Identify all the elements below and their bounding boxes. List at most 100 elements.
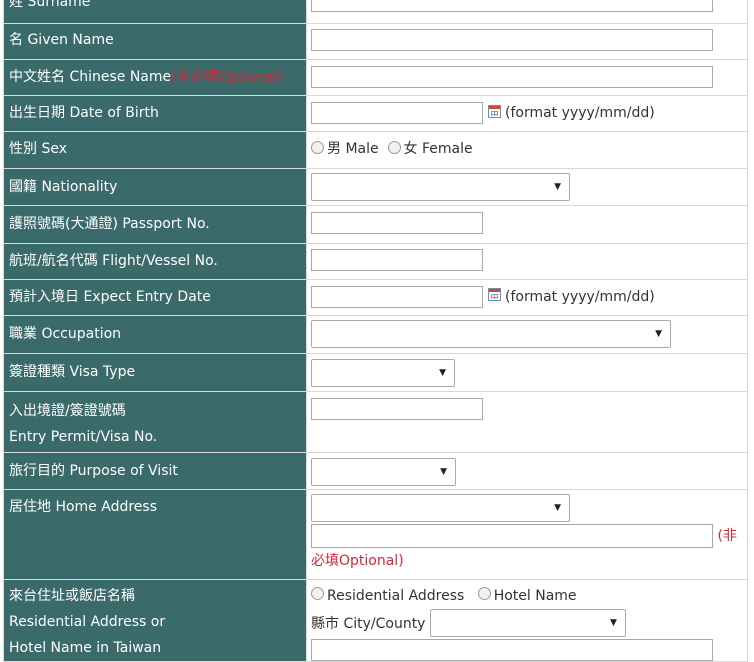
female-label: 女 Female <box>403 141 473 157</box>
row-taiwan-address: 來台住址或飯店名稱 Residential Address or Hotel N… <box>3 578 748 662</box>
row-occupation: 職業 Occupation ▼ <box>3 314 748 354</box>
city-county-select[interactable]: ▼ <box>429 608 626 637</box>
label-nationality: 國籍 Nationality <box>3 167 307 206</box>
label-home-address: 居住地 Home Address <box>3 488 307 580</box>
male-label: 男 Male <box>327 141 379 157</box>
row-home-address: 居住地 Home Address ▼ (非 必填Optional) <box>3 488 748 580</box>
chevron-down-icon: ▼ <box>610 617 617 628</box>
label-taiwan-address: 來台住址或飯店名稱 Residential Address or Hotel N… <box>3 578 307 662</box>
row-chinese-name: 中文姓名 Chinese Name(非必填Optional) <box>3 59 748 96</box>
row-given-name: 名 Given Name <box>3 23 748 60</box>
value-given-name <box>306 23 748 60</box>
value-entry-date: (format yyyy/mm/dd) <box>306 278 748 316</box>
optional-note-part1: (非 <box>717 527 737 544</box>
label-passport: 護照號碼(大通證) Passport No. <box>3 204 307 244</box>
taiwan-address-label-en-1: Residential Address or <box>9 613 166 630</box>
row-sex: 性別 Sex 男 Male 女 Female <box>3 131 748 169</box>
hotel-radio[interactable] <box>477 587 491 600</box>
visa-type-select[interactable]: ▼ <box>311 358 455 387</box>
nationality-label: 國籍 Nationality <box>9 178 118 195</box>
passport-label: 護照號碼(大通證) Passport No. <box>9 215 210 232</box>
value-surname <box>306 0 748 24</box>
entry-permit-label-en: Entry Permit/Visa No. <box>9 428 158 445</box>
dob-label: 出生日期 Date of Birth <box>9 105 159 121</box>
calendar-icon[interactable] <box>488 104 501 118</box>
label-entry-date: 預計入境日 Expect Entry Date <box>3 278 307 316</box>
label-dob: 出生日期 Date of Birth <box>3 95 307 132</box>
entry-date-format-hint: (format yyyy/mm/dd) <box>505 288 655 305</box>
value-home-address: ▼ (非 必填Optional) <box>306 488 748 580</box>
hotel-label: Hotel Name <box>493 587 577 604</box>
entry-form-table: 姓 Surname 名 Given Name 中文姓名 Chinese Name… <box>3 0 748 662</box>
row-visa-type: 簽證種類 Visa Type ▼ <box>3 352 748 392</box>
home-country-select[interactable]: ▼ <box>311 493 570 522</box>
value-dob: (format yyyy/mm/dd) <box>306 95 748 132</box>
dob-input[interactable] <box>311 102 483 124</box>
male-radio[interactable] <box>311 141 324 154</box>
value-visa-type: ▼ <box>306 352 748 392</box>
chevron-down-icon: ▼ <box>655 328 662 339</box>
row-passport: 護照號碼(大通證) Passport No. <box>3 204 748 244</box>
purpose-select[interactable]: ▼ <box>311 457 456 486</box>
home-address-label: 居住地 Home Address <box>9 498 157 515</box>
flight-label: 航班/航名代碼 Flight/Vessel No. <box>9 252 218 269</box>
flight-input[interactable] <box>311 248 483 271</box>
label-visa-type: 簽證種類 Visa Type <box>3 352 307 392</box>
chevron-down-icon: ▼ <box>440 466 447 477</box>
calendar-icon[interactable] <box>488 288 501 301</box>
value-flight <box>306 242 748 280</box>
label-flight: 航班/航名代碼 Flight/Vessel No. <box>3 242 307 280</box>
purpose-label: 旅行目的 Purpose of Visit <box>9 462 178 479</box>
optional-note: (非必填Optional) <box>171 69 284 85</box>
optional-note-part2: 必填Optional) <box>311 552 404 569</box>
given-name-input[interactable] <box>311 29 713 51</box>
label-chinese-name: 中文姓名 Chinese Name(非必填Optional) <box>3 59 307 96</box>
value-chinese-name <box>306 59 748 96</box>
entry-permit-input[interactable] <box>311 397 483 420</box>
residential-radio[interactable] <box>311 587 324 600</box>
value-passport <box>306 204 748 244</box>
entry-date-label: 預計入境日 Expect Entry Date <box>9 288 211 305</box>
value-taiwan-address: Residential Address Hotel Name 縣市 City/C… <box>306 578 748 662</box>
visa-type-label: 簽證種類 Visa Type <box>9 363 136 380</box>
value-entry-permit <box>306 390 748 453</box>
value-occupation: ▼ <box>306 314 748 354</box>
value-sex: 男 Male 女 Female <box>306 131 748 169</box>
sex-label: 性別 Sex <box>9 141 67 157</box>
residential-label: Residential Address <box>327 587 465 604</box>
value-nationality: ▼ <box>306 167 748 206</box>
chevron-down-icon: ▼ <box>554 502 561 513</box>
occupation-select[interactable]: ▼ <box>311 319 671 348</box>
value-purpose: ▼ <box>306 451 748 490</box>
surname-input[interactable] <box>311 0 713 12</box>
chevron-down-icon: ▼ <box>554 181 561 192</box>
taiwan-address-input[interactable] <box>311 638 713 661</box>
occupation-label: 職業 Occupation <box>9 325 122 342</box>
label-given-name: 名 Given Name <box>3 23 307 60</box>
chinese-name-label: 中文姓名 Chinese Name <box>9 69 172 85</box>
chinese-name-input[interactable] <box>311 66 713 88</box>
row-entry-date: 預計入境日 Expect Entry Date (format yyyy/mm/… <box>3 278 748 316</box>
nationality-select[interactable]: ▼ <box>311 172 570 201</box>
dob-format-hint: (format yyyy/mm/dd) <box>505 105 655 121</box>
taiwan-address-label-zh: 來台住址或飯店名稱 <box>9 587 135 604</box>
label-sex: 性別 Sex <box>3 131 307 169</box>
surname-label: 姓 Surname <box>9 0 91 10</box>
label-surname: 姓 Surname <box>3 0 307 24</box>
row-nationality: 國籍 Nationality ▼ <box>3 167 748 206</box>
passport-input[interactable] <box>311 211 483 234</box>
row-surname: 姓 Surname <box>3 0 748 24</box>
entry-date-input[interactable] <box>311 285 483 308</box>
row-entry-permit: 入出境證/簽證號碼 Entry Permit/Visa No. <box>3 390 748 453</box>
given-name-label: 名 Given Name <box>9 32 114 48</box>
label-entry-permit: 入出境證/簽證號碼 Entry Permit/Visa No. <box>3 390 307 453</box>
chevron-down-icon: ▼ <box>439 367 446 378</box>
city-county-label: 縣市 City/County <box>311 615 426 632</box>
row-flight: 航班/航名代碼 Flight/Vessel No. <box>3 242 748 280</box>
home-address-input[interactable] <box>311 523 713 548</box>
label-occupation: 職業 Occupation <box>3 314 307 354</box>
label-purpose: 旅行目的 Purpose of Visit <box>3 451 307 490</box>
female-radio[interactable] <box>387 141 401 154</box>
taiwan-address-label-en-2: Hotel Name in Taiwan <box>9 639 162 656</box>
entry-permit-label-zh: 入出境證/簽證號碼 <box>9 402 126 419</box>
